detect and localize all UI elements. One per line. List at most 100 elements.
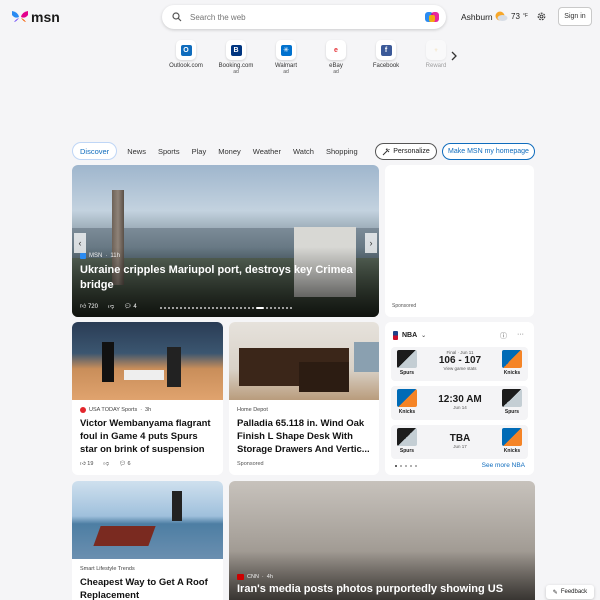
team-knicks: Knicks [502,428,522,454]
team-spurs: Spurs [397,428,417,454]
quicklink-outlook[interactable]: O Outlook.com [166,40,206,69]
partly-sunny-icon [495,11,508,21]
game-score: 106 - 107 [438,355,482,366]
chevron-down-icon: ⌄ [421,333,427,339]
tab-sports[interactable]: Sports [152,142,186,160]
team-knicks: Knicks [397,389,417,415]
knicks-logo-icon [397,389,417,407]
hero-title[interactable]: Ukraine cripples Mariupol port, destroys… [80,263,370,293]
make-homepage-button[interactable]: Make MSN my homepage [442,143,535,160]
tab-news[interactable]: News [121,142,152,160]
sponsored-label: Sponsored [392,303,417,309]
team-spurs: Spurs [397,350,417,376]
sponsored-ad-box[interactable]: Sponsored [385,165,534,317]
tab-weather[interactable]: Weather [247,142,287,160]
comment-button[interactable]: 💬︎ 4 [124,303,137,310]
card-title[interactable]: Cheapest Way to Get A Roof Replacement [80,576,215,600]
facebook-icon: f [376,40,396,60]
quicklink-label: Facebook [372,63,400,69]
sponsored-card[interactable]: Home Depot Palladia 65.118 in. Wind Oak … [229,322,379,475]
walmart-icon: ✳ [276,40,296,60]
outlook-icon: O [176,40,196,60]
spurs-logo-icon [397,350,417,368]
personalize-label: Personalize [393,148,430,155]
game-row[interactable]: Spurs Final · Jun 11 106 - 107 View game… [391,347,528,381]
ad-tag: ad [333,69,339,75]
location-label[interactable]: Ashburn [461,12,493,22]
game-time: 12:30 AM [438,394,482,405]
gear-icon[interactable] [536,11,547,22]
card-title[interactable]: Victor Wembanyama flagrant foul in Game … [80,417,215,456]
team-knicks: Knicks [502,350,522,376]
more-options-icon[interactable]: ··· [517,331,524,341]
tab-watch[interactable]: Watch [287,142,320,160]
quicklink-walmart[interactable]: ✳ Walmart ad [266,40,306,75]
quicklink-label: Outlook.com [169,63,203,69]
like-button[interactable]: 👍︎ 720 [80,302,98,310]
search-icon [172,12,182,22]
team-spurs: Spurs [502,389,522,415]
hero-card[interactable]: ‹ › MSN · 11h Ukraine cripples Mariupol po… [72,165,379,317]
chevron-right-icon[interactable] [450,50,458,62]
spurs-logo-icon [397,428,417,446]
card-reactions: 👍︎ 19 👎︎ 💬︎ 6 [80,461,215,467]
weather-widget[interactable]: 73 °F [494,10,528,22]
search-input[interactable] [190,12,410,22]
hero-reactions: 👍︎ 720 👎︎ 💬︎ 4 [80,302,137,311]
booking-icon: B [226,40,246,60]
signin-button[interactable]: Sign in [558,7,592,26]
tab-discover[interactable]: Discover [72,142,118,160]
sponsored-card[interactable]: Smart Lifestyle Trends Cheapest Way to G… [72,481,223,600]
see-more-nba-link[interactable]: See more NBA [482,462,525,469]
tab-play[interactable]: Play [186,142,213,160]
nba-header[interactable]: NBA ⌄ [393,331,426,340]
quicklink-ebay[interactable]: e eBay ad [316,40,356,75]
feedback-button[interactable]: ✎ Feedback [546,585,594,599]
card-image [229,322,379,400]
hero-source: MSN · 11h [80,253,120,259]
search-bar[interactable] [162,5,446,29]
logo-text: msn [31,9,60,25]
card-image [72,322,223,400]
quicklink-facebook[interactable]: f Facebook [366,40,406,69]
msn-logo[interactable]: msn [11,9,60,25]
copilot-icon[interactable] [424,9,440,25]
card-title[interactable]: Palladia 65.118 in. Wind Oak Finish L Sh… [237,417,371,456]
hero-prev-button[interactable]: ‹ [74,233,86,253]
msn-source-icon [80,253,86,259]
game-row[interactable]: Spurs TBA Jun 17 Knicks [391,425,528,459]
ebay-icon: e [326,40,346,60]
card-title[interactable]: Iran's media posts photos purportedly sh… [237,583,503,596]
dislike-icon[interactable]: 👎︎ [108,302,114,310]
pagination-dots [395,465,417,467]
tab-money[interactable]: Money [212,142,247,160]
hero-next-button[interactable]: › [365,233,377,253]
feed-tabs: Discover News Sports Play Money Weather … [72,142,364,160]
personalize-button[interactable]: Personalize [375,143,437,160]
ad-tag: ad [233,69,239,75]
tab-shopping[interactable]: Shopping [320,142,364,160]
quicklink-booking[interactable]: B Booking.com ad [216,40,256,75]
knicks-logo-icon [502,350,522,368]
knicks-logo-icon [502,428,522,446]
like-button[interactable]: 👍︎ 19 [80,461,93,467]
nba-scores-widget: NBA ⌄ ⓘ ··· Spurs Final · Jun 11 106 - 1… [385,322,534,475]
news-card[interactable]: USA TODAY Sports · 3h Victor Wembanyama fl… [72,322,223,475]
ad-tag: ad [283,69,289,75]
game-row[interactable]: Knicks 12:30 AM Jun 14 Spurs [391,386,528,420]
usa-today-icon [80,407,86,413]
cnn-icon [237,574,244,580]
comment-button[interactable]: 💬︎ 6 [119,461,131,467]
spurs-logo-icon [502,389,522,407]
carousel-dots [160,307,292,309]
game-date: Jun 17 [453,444,467,449]
game-date: Jun 14 [453,405,467,410]
feedback-icon: ✎ [552,589,558,596]
game-stats-link[interactable]: View game stats [425,366,495,371]
temperature-value: 73 [511,11,520,21]
news-card[interactable]: CNN · 4h Iran's media posts photos purport… [229,481,535,600]
info-icon[interactable]: ⓘ [500,331,507,341]
dislike-icon[interactable]: 👎︎ [103,461,109,467]
game-time: TBA [449,433,471,444]
card-source: Home Depot [237,407,268,413]
